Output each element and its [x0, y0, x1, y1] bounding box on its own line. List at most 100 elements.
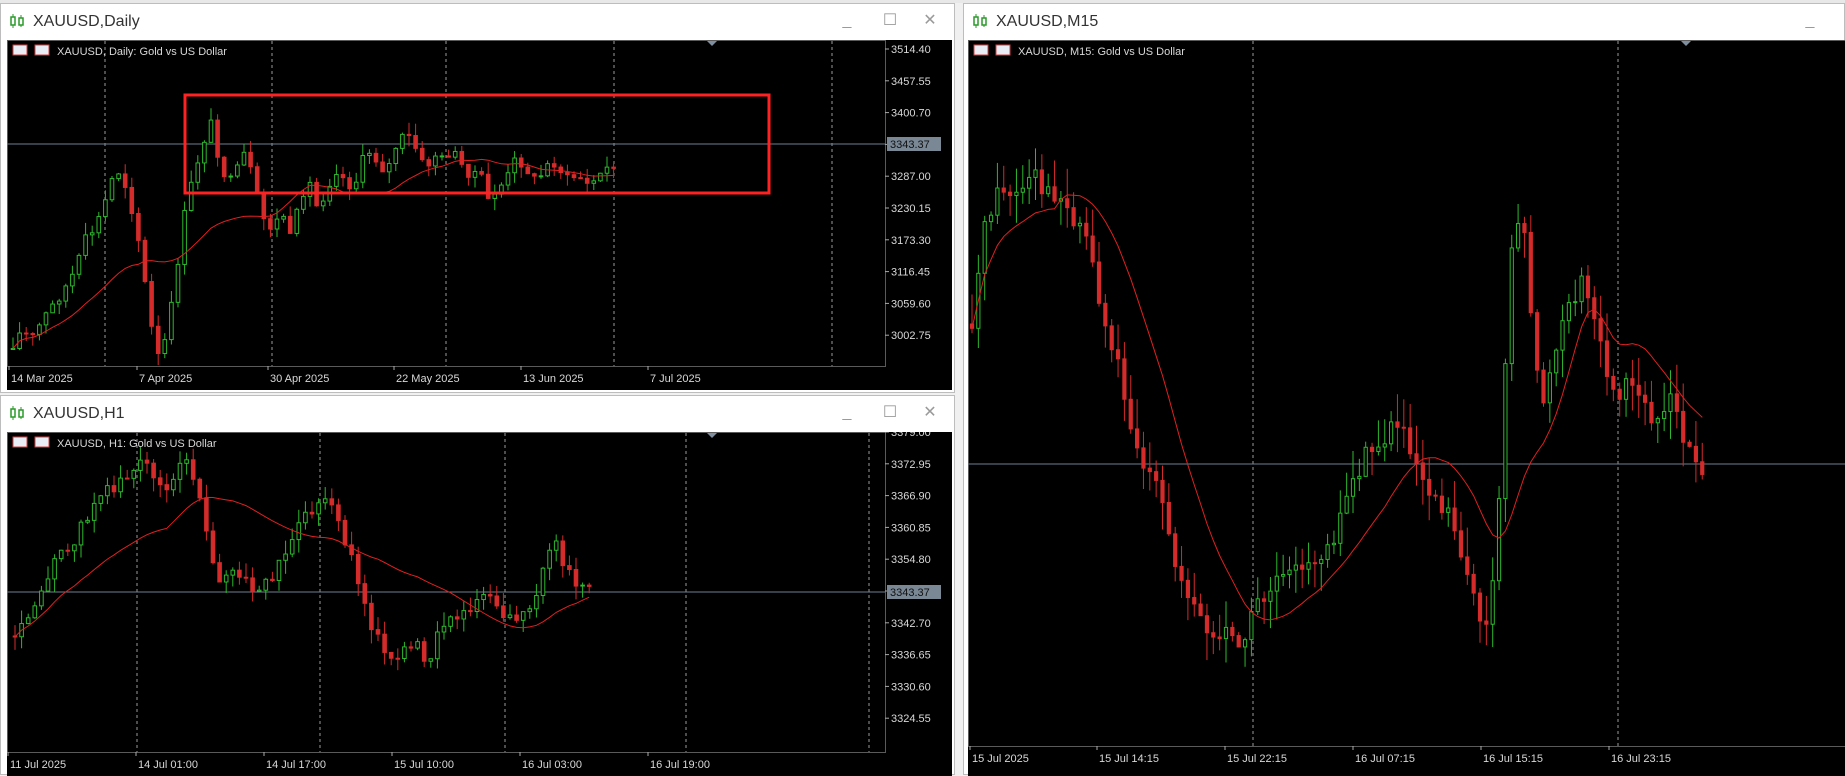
candle-body: [370, 603, 374, 629]
maximize-button[interactable]: ☐: [879, 12, 901, 30]
chart-window-m15[interactable]: XAUUSD,M15 _ XAUUSD, M15: Gold vs US Dol…: [963, 3, 1845, 775]
chart-window-h1[interactable]: XAUUSD,H1 _ ☐ ✕ XAUUSD, H1: Gold vs US D…: [0, 395, 955, 775]
candle-body: [403, 647, 407, 659]
candle-body: [341, 175, 345, 178]
chart-area[interactable]: XAUUSD, M15: Gold vs US Dollar15 Jul 202…: [968, 40, 1845, 776]
price-axis-label: 3379.00: [891, 432, 931, 439]
window-titlebar[interactable]: XAUUSD,Daily _ ☐ ✕: [1, 4, 954, 38]
candle-body: [350, 545, 354, 555]
candle-body: [996, 188, 999, 215]
candle-body: [172, 479, 176, 489]
candle-body: [1047, 187, 1050, 194]
candle-body: [242, 152, 246, 165]
candle-body: [420, 148, 424, 159]
candle-body: [269, 219, 273, 229]
candle-body: [1148, 468, 1151, 472]
candle-body: [1688, 442, 1691, 446]
candle-body: [460, 151, 464, 164]
price-axis-label: 3457.55: [891, 76, 931, 88]
candle-body: [416, 642, 420, 648]
close-button[interactable]: ✕: [919, 404, 941, 422]
candle-body: [1231, 627, 1234, 635]
price-chart-h1[interactable]: XAUUSD, H1: Gold vs US Dollar3379.003372…: [7, 432, 952, 776]
minimize-button[interactable]: _: [1799, 12, 1821, 30]
chart-window-daily[interactable]: XAUUSD,Daily _ ☐ ✕ XAUUSD, Daily: Gold v…: [0, 3, 955, 393]
candle-body: [337, 505, 341, 521]
candle-body: [407, 134, 411, 135]
chart-area[interactable]: XAUUSD, Daily: Gold vs US Dollar3514.403…: [7, 40, 952, 390]
candle-body: [539, 176, 543, 177]
candle-body: [1377, 447, 1380, 451]
candle-body: [251, 578, 255, 591]
candle-body: [262, 193, 266, 219]
candle-body: [1174, 534, 1177, 567]
candle-body: [64, 286, 68, 301]
window-title: XAUUSD,M15: [996, 13, 1098, 31]
candle-body: [552, 164, 556, 167]
candle-body: [1021, 188, 1024, 192]
candle-body: [31, 334, 35, 335]
candle-body: [1294, 565, 1297, 570]
candle-body: [383, 634, 387, 652]
chart-symbol-label: XAUUSD, Daily: Gold vs US Dollar: [57, 46, 227, 58]
minimize-button[interactable]: _: [836, 12, 858, 30]
chart-area[interactable]: XAUUSD, H1: Gold vs US Dollar3379.003372…: [7, 432, 952, 776]
candle-body: [482, 595, 486, 600]
candle-body: [1504, 364, 1507, 499]
candle-body: [455, 617, 459, 619]
maximize-button[interactable]: ☐: [879, 404, 901, 422]
candle-body: [566, 173, 570, 175]
candle-body: [59, 550, 63, 558]
candle-body: [1542, 370, 1545, 403]
window-titlebar[interactable]: XAUUSD,M15 _: [964, 4, 1844, 38]
candle-body: [1155, 472, 1158, 481]
candle-body: [1459, 531, 1462, 557]
price-axis-label: 3342.70: [891, 618, 931, 630]
candle-body: [139, 460, 143, 470]
candle-body: [508, 615, 512, 618]
candle-body: [1637, 385, 1640, 395]
candle-body: [1212, 633, 1215, 637]
time-axis-label: 13 Jun 2025: [523, 373, 584, 385]
candle-body: [409, 647, 413, 648]
candle-body: [92, 503, 96, 520]
candle-body: [1199, 604, 1202, 616]
candle-body: [71, 274, 75, 286]
minimize-button[interactable]: _: [836, 404, 858, 422]
candle-body: [257, 590, 261, 591]
candle-body: [295, 209, 299, 233]
price-chart-m15[interactable]: XAUUSD, M15: Gold vs US Dollar15 Jul 202…: [968, 40, 1845, 776]
candle-body: [1567, 303, 1570, 321]
candle-body: [983, 222, 986, 274]
candle-body: [605, 167, 609, 173]
candle-body: [165, 485, 169, 490]
candle-body: [218, 563, 222, 582]
candle-body: [51, 304, 55, 313]
close-button[interactable]: ✕: [919, 12, 941, 30]
candle-body: [414, 136, 418, 149]
candle-body: [1066, 199, 1069, 208]
candle-body: [163, 340, 167, 354]
candle-body: [38, 325, 42, 335]
flag-chart-icon: [974, 45, 1010, 55]
candle-body: [1574, 302, 1577, 303]
candle-body: [310, 512, 314, 514]
chart-symbol-label: XAUUSD, M15: Gold vs US Dollar: [1018, 46, 1185, 58]
candle-body: [1396, 422, 1399, 427]
time-axis-label: 14 Jul 01:00: [138, 759, 198, 771]
candle-body: [1510, 248, 1513, 364]
candle-body: [1453, 508, 1456, 531]
candle-body: [119, 478, 123, 492]
candle-body: [284, 554, 288, 560]
candle-body: [125, 478, 129, 479]
candle-body: [394, 148, 398, 163]
candle-body: [290, 540, 294, 554]
window-titlebar[interactable]: XAUUSD,H1 _ ☐ ✕: [1, 396, 954, 430]
price-chart-daily[interactable]: XAUUSD, Daily: Gold vs US Dollar3514.403…: [7, 40, 952, 390]
candle-body: [422, 642, 426, 662]
price-axis-label: 3173.30: [891, 235, 931, 247]
candle-body: [1624, 379, 1627, 400]
candle-body: [1243, 640, 1246, 647]
candle-body: [1193, 598, 1196, 604]
moving-average-line: [13, 159, 614, 348]
